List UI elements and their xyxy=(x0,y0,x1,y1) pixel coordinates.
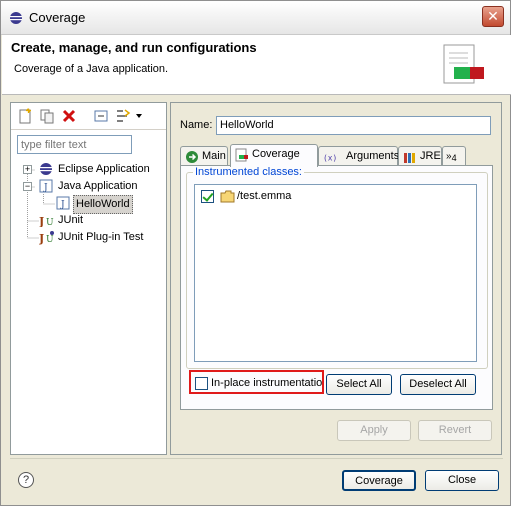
class-checkbox[interactable] xyxy=(201,190,214,203)
eclipse-icon xyxy=(40,163,52,175)
coverage-tab-icon xyxy=(235,148,248,162)
collapse-icon[interactable]: − xyxy=(23,182,32,191)
tree-item-helloworld[interactable]: J HelloWorld xyxy=(11,195,166,214)
folder-icon xyxy=(220,190,235,203)
help-icon[interactable]: ? xyxy=(18,472,34,488)
tab-coverage[interactable]: Coverage xyxy=(230,144,318,167)
tab-label: 4 xyxy=(451,153,457,163)
svg-text:J: J xyxy=(39,215,44,227)
junit-plugin-icon: J U xyxy=(39,231,54,245)
tab-label: Coverage xyxy=(252,148,300,160)
close-window-button[interactable]: ✕ xyxy=(482,6,504,27)
inplace-label: In-place instrumentatio xyxy=(211,377,323,389)
tree-item-label: Java Application xyxy=(58,180,138,192)
tree-item-junit-plugin-test[interactable]: J U JUnit Plug-in Test xyxy=(11,229,166,246)
eclipse-icon xyxy=(10,12,22,24)
list-item[interactable]: /test.emma xyxy=(199,189,349,205)
main-tab-icon xyxy=(186,151,198,163)
coverage-run-button[interactable]: Coverage xyxy=(342,470,416,491)
svg-text:J: J xyxy=(39,232,44,245)
duplicate-config-icon[interactable] xyxy=(39,108,55,124)
launch-config-panel: + Eclipse Application − J Java Applicati… xyxy=(10,102,167,455)
delete-config-icon[interactable] xyxy=(61,108,77,124)
tree-item-junit[interactable]: J U JUnit xyxy=(11,212,166,229)
footer-separator xyxy=(10,458,503,459)
junit-icon: J U xyxy=(39,215,54,227)
tab-arguments[interactable]: (x) Arguments xyxy=(318,146,400,166)
tree-item-java-application[interactable]: − J Java Application xyxy=(11,178,166,195)
new-config-icon[interactable] xyxy=(17,108,33,124)
tree-item-label: JUnit xyxy=(58,214,84,226)
config-editor-panel: Name: HelloWorld Main Coverage (x) Argum… xyxy=(170,102,502,455)
select-all-button[interactable]: Select All xyxy=(326,374,392,395)
group-label: Instrumented classes: xyxy=(193,166,304,178)
arguments-tab-icon: (x) xyxy=(323,154,337,163)
tab-more[interactable]: »4 xyxy=(442,146,466,166)
java-app-icon: J xyxy=(39,179,53,193)
inplace-checkbox[interactable] xyxy=(195,377,208,390)
filter-input[interactable] xyxy=(17,135,132,154)
tab-main[interactable]: Main xyxy=(180,146,228,166)
filter-dropdown-icon[interactable] xyxy=(135,108,143,124)
jre-tab-icon xyxy=(404,153,415,163)
instrumented-classes-list: /test.emma xyxy=(194,184,477,362)
java-app-icon: J xyxy=(56,196,70,210)
filter-icon[interactable] xyxy=(115,108,131,124)
tab-label: Main xyxy=(202,150,226,162)
launch-config-toolbar xyxy=(11,103,166,130)
svg-text:(x): (x) xyxy=(323,154,337,163)
apply-button[interactable]: Apply xyxy=(337,420,411,441)
inplace-instrumentation-option[interactable]: In-place instrumentatio xyxy=(195,376,325,392)
banner-subtitle: Coverage of a Java application. xyxy=(14,63,169,75)
tree-item-label: Eclipse Application xyxy=(58,163,150,175)
close-button[interactable]: Close xyxy=(425,470,499,491)
coverage-dialog: Coverage ✕ Create, manage, and run confi… xyxy=(0,0,511,506)
svg-text:U: U xyxy=(46,218,54,227)
header-banner: Create, manage, and run configurations C… xyxy=(2,35,511,95)
coverage-tab-content: Instrumented classes: /test.emma In-plac… xyxy=(180,165,493,410)
window-title: Coverage xyxy=(29,10,86,25)
class-label: /test.emma xyxy=(237,190,292,202)
collapse-all-icon[interactable] xyxy=(93,108,109,124)
title-bar: Coverage ✕ xyxy=(1,1,510,35)
config-tabs: Main Coverage (x) Arguments JRE »4 xyxy=(180,144,493,167)
coverage-wizard-icon xyxy=(443,44,484,84)
tab-label: Arguments xyxy=(346,150,400,162)
expand-icon[interactable]: + xyxy=(23,165,32,174)
banner-title: Create, manage, and run configurations xyxy=(11,40,257,55)
tree-item-label: JUnit Plug-in Test xyxy=(58,231,144,243)
name-field[interactable]: HelloWorld xyxy=(216,116,491,135)
tab-label: JRE xyxy=(420,150,441,162)
name-label: Name: xyxy=(180,119,213,131)
revert-button[interactable]: Revert xyxy=(418,420,492,441)
instrumented-classes-group: Instrumented classes: /test.emma xyxy=(186,166,488,369)
svg-text:J: J xyxy=(43,183,48,193)
deselect-all-button[interactable]: Deselect All xyxy=(400,374,476,395)
tree-item-eclipse-application[interactable]: + Eclipse Application xyxy=(11,161,166,178)
svg-text:J: J xyxy=(60,200,65,210)
tab-jre[interactable]: JRE xyxy=(398,146,442,166)
svg-text:U: U xyxy=(46,235,54,245)
